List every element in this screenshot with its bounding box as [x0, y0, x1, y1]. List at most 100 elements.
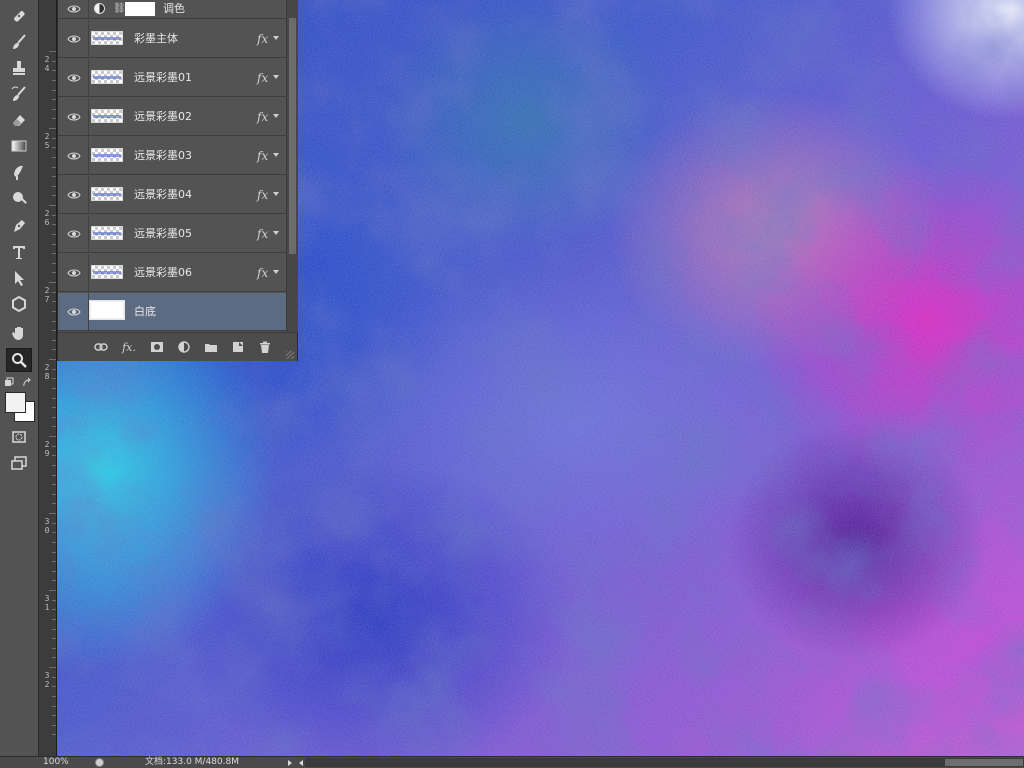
- folder-icon[interactable]: [204, 340, 218, 354]
- visibility-eye-icon[interactable]: [67, 307, 81, 317]
- layer-thumbnail[interactable]: [91, 31, 123, 45]
- path-selection-icon[interactable]: [7, 267, 31, 289]
- visibility-eye-icon[interactable]: [67, 229, 81, 239]
- ruler-major-tick: [49, 667, 56, 668]
- swap-colors-icon[interactable]: [4, 374, 34, 387]
- layer-row[interactable]: 远景彩墨03 fx: [58, 137, 286, 175]
- ruler-minor-tick: [52, 493, 56, 495]
- layer-effects-icon[interactable]: fx: [257, 188, 268, 202]
- layer-effects-icon[interactable]: fx: [257, 266, 268, 280]
- hand-icon[interactable]: [7, 322, 31, 344]
- horizontal-scrollbar[interactable]: [305, 758, 1024, 767]
- eraser-icon[interactable]: [7, 109, 31, 131]
- ruler-minor-tick: [52, 609, 56, 611]
- ruler-minor-tick: [52, 445, 56, 447]
- scroll-left-arrow-icon[interactable]: [299, 760, 303, 766]
- visibility-eye-icon[interactable]: [67, 151, 81, 161]
- ruler-minor-tick: [52, 705, 56, 707]
- expand-effects-arrow-icon[interactable]: [273, 35, 279, 40]
- layer-row[interactable]: 彩墨主体 fx: [58, 20, 286, 58]
- ruler-minor-tick: [52, 416, 56, 418]
- zoom-level[interactable]: 100%: [43, 757, 69, 768]
- layer-thumbnail[interactable]: [91, 148, 123, 162]
- ruler-minor-tick: [52, 291, 56, 293]
- expand-effects-arrow-icon[interactable]: [273, 269, 279, 274]
- mask-icon[interactable]: [150, 340, 164, 354]
- layer-row[interactable]: 远景彩墨02 fx: [58, 98, 286, 136]
- expand-effects-arrow-icon[interactable]: [273, 152, 279, 157]
- adjustment-icon[interactable]: [177, 340, 191, 354]
- ruler-minor-tick: [52, 79, 56, 81]
- new-layer-icon[interactable]: [231, 340, 245, 354]
- layers-scrollbar[interactable]: [286, 0, 298, 332]
- layer-thumbnail[interactable]: [89, 300, 125, 320]
- visibility-eye-icon[interactable]: [67, 268, 81, 278]
- layer-thumbnail[interactable]: [91, 265, 123, 279]
- thumbnail-ink-preview: [93, 154, 121, 157]
- ruler-minor-tick: [52, 89, 56, 91]
- eye-separator: [88, 293, 89, 330]
- thumbnail-ink-preview: [93, 271, 121, 274]
- layer-row[interactable]: 远景彩墨05 fx: [58, 215, 286, 253]
- dodge-icon[interactable]: [7, 187, 31, 209]
- layer-thumbnail[interactable]: [91, 226, 123, 240]
- link-icon: ⛓: [113, 3, 126, 14]
- layer-thumbnail[interactable]: [91, 109, 123, 123]
- screen-mode-icon[interactable]: [7, 452, 31, 474]
- status-menu-arrow-icon[interactable]: [288, 760, 292, 766]
- ruler-major-tick: [49, 282, 56, 283]
- zoom-icon[interactable]: [6, 348, 32, 372]
- eye-separator: [88, 98, 89, 135]
- ruler-minor-tick: [52, 628, 56, 630]
- brush-icon[interactable]: [7, 31, 31, 53]
- layer-row[interactable]: 远景彩墨06 fx: [58, 254, 286, 292]
- scrollbar-thumb[interactable]: [289, 18, 296, 254]
- link-icon[interactable]: [94, 340, 108, 354]
- layer-row[interactable]: 远景彩墨01 fx: [58, 59, 286, 97]
- ruler-label: 2 4: [44, 55, 50, 73]
- panel-resize-grip[interactable]: [286, 351, 294, 359]
- layer-effects-icon[interactable]: fx: [257, 149, 268, 163]
- layer-row[interactable]: 白底: [58, 293, 286, 331]
- ruler-minor-tick: [52, 99, 56, 101]
- layer-thumbnail[interactable]: [91, 187, 123, 201]
- blur-icon[interactable]: [7, 161, 31, 183]
- pen-icon[interactable]: [7, 215, 31, 237]
- layer-thumbnail[interactable]: [91, 70, 123, 84]
- expand-effects-arrow-icon[interactable]: [273, 230, 279, 235]
- visibility-eye-icon[interactable]: [67, 190, 81, 200]
- type-icon[interactable]: [7, 241, 31, 263]
- trash-icon[interactable]: [258, 340, 272, 354]
- visibility-eye-icon[interactable]: [67, 4, 81, 14]
- ruler-minor-tick: [52, 368, 56, 370]
- ruler-label: 3 2: [44, 671, 50, 689]
- ruler-label: 2 6: [44, 209, 50, 227]
- layer-effects-icon[interactable]: fx: [257, 32, 268, 46]
- visibility-eye-icon[interactable]: [67, 34, 81, 44]
- quick-mask-icon[interactable]: [7, 426, 31, 448]
- scrollbar-thumb[interactable]: [945, 759, 1023, 766]
- fx-button[interactable]: fx.: [122, 340, 136, 354]
- healing-brush-icon[interactable]: [7, 5, 31, 27]
- history-brush-icon[interactable]: [7, 83, 31, 105]
- ruler-minor-tick: [52, 262, 56, 264]
- clone-stamp-icon[interactable]: [7, 57, 31, 79]
- layer-row[interactable]: 远景彩墨04 fx: [58, 176, 286, 214]
- ruler-minor-tick: [52, 676, 56, 678]
- expand-effects-arrow-icon[interactable]: [273, 113, 279, 118]
- layer-mask-thumbnail[interactable]: [125, 2, 155, 16]
- expand-effects-arrow-icon[interactable]: [273, 191, 279, 196]
- ruler-label: 3 1: [44, 594, 50, 612]
- shape-icon[interactable]: [7, 293, 31, 315]
- layer-effects-icon[interactable]: fx: [257, 110, 268, 124]
- foreground-color-swatch[interactable]: [5, 392, 26, 413]
- layer-row-adjustment[interactable]: ⛓ 调色: [58, 0, 286, 19]
- layer-effects-icon[interactable]: fx: [257, 227, 268, 241]
- document-status-icon[interactable]: [95, 758, 104, 767]
- ruler-minor-tick: [52, 474, 56, 476]
- layer-effects-icon[interactable]: fx: [257, 71, 268, 85]
- expand-effects-arrow-icon[interactable]: [273, 74, 279, 79]
- visibility-eye-icon[interactable]: [67, 73, 81, 83]
- gradient-icon[interactable]: [7, 135, 31, 157]
- visibility-eye-icon[interactable]: [67, 112, 81, 122]
